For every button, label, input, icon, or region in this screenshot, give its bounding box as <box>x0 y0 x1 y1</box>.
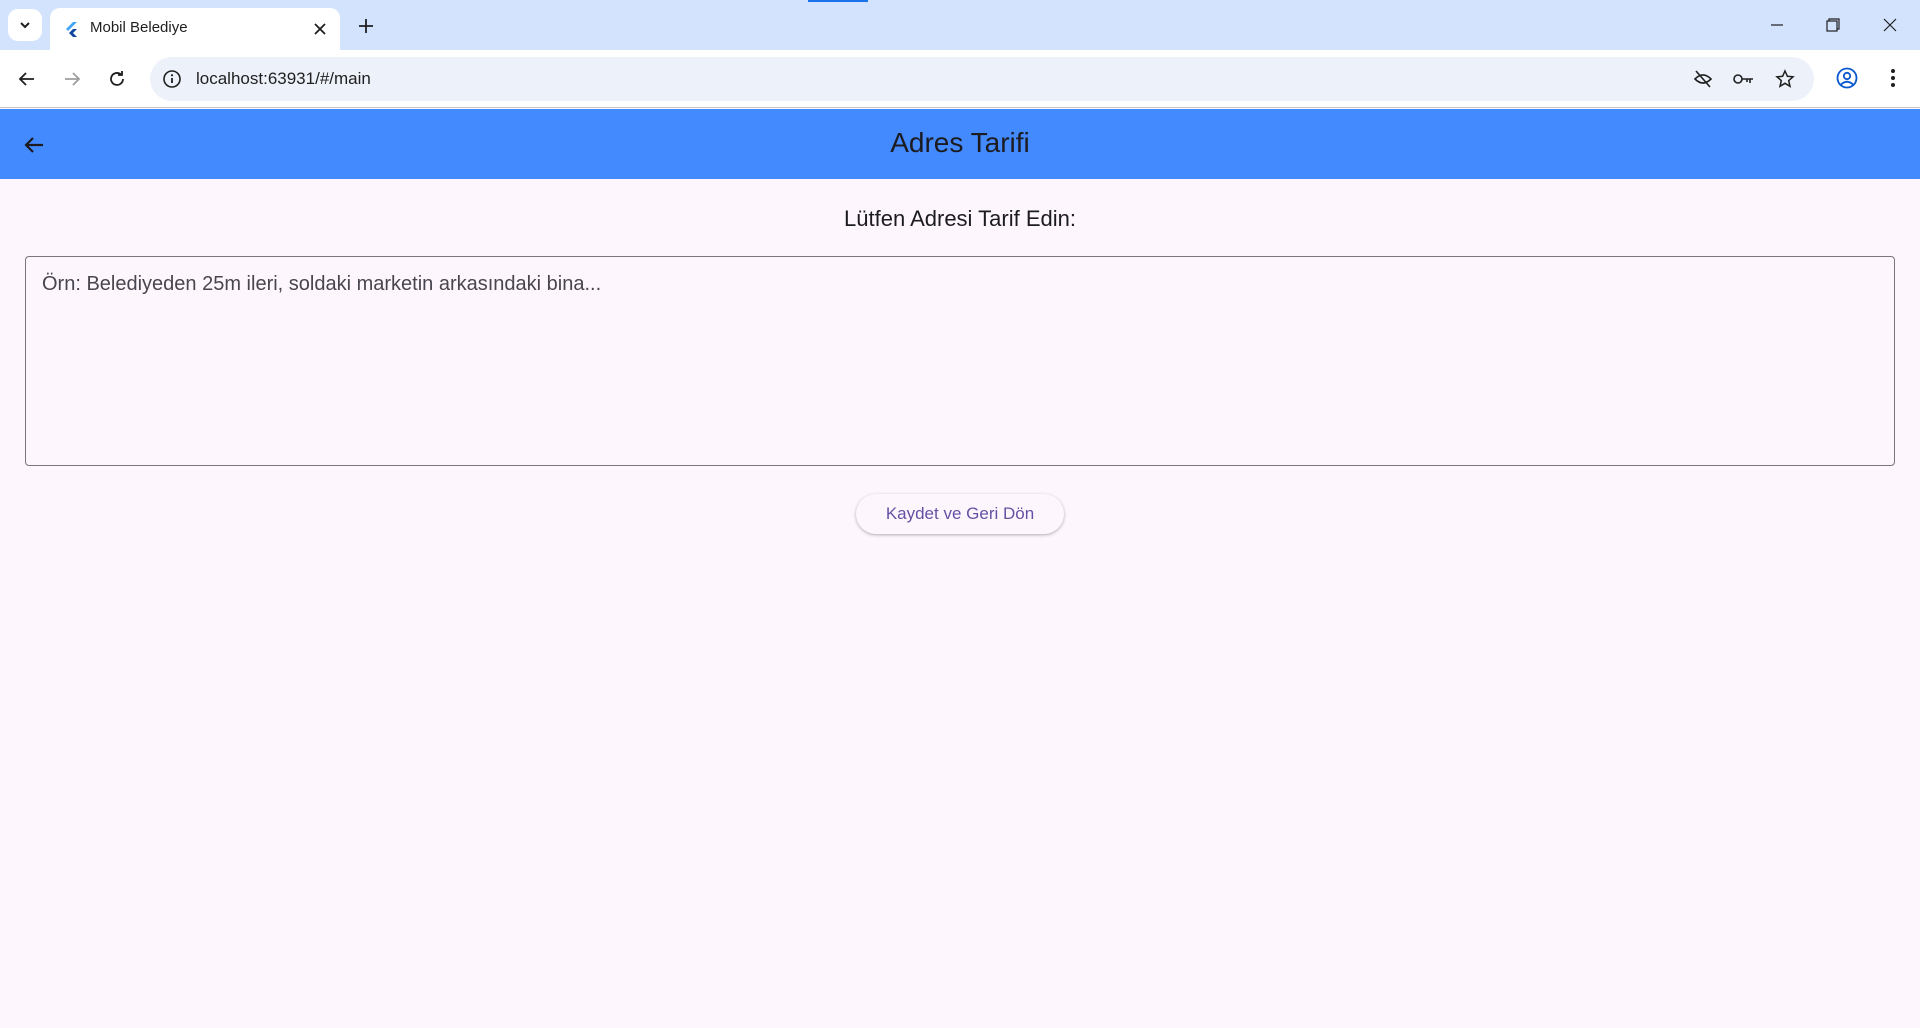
browser-tabstrip: Mobil Belediye <box>0 0 1920 50</box>
arrow-left-icon <box>18 72 34 86</box>
address-description-field[interactable] <box>25 256 1895 466</box>
plus-icon <box>359 19 373 33</box>
address-bar[interactable]: localhost:63931/#/main <box>150 57 1814 101</box>
tab-loading-indicator <box>808 0 868 2</box>
tab-title: Mobil Belediye <box>90 19 188 36</box>
account-icon <box>1836 67 1858 89</box>
restore-icon <box>1826 18 1840 32</box>
bookmark-button[interactable] <box>1774 68 1796 90</box>
key-icon <box>1733 74 1753 84</box>
back-button[interactable] <box>12 64 42 94</box>
restore-button[interactable] <box>1818 10 1848 40</box>
tracking-protection-button[interactable] <box>1692 68 1714 90</box>
address-description-input[interactable] <box>40 271 1870 451</box>
tab-search-button[interactable] <box>8 9 42 41</box>
forward-button[interactable] <box>57 64 87 94</box>
more-vert-icon <box>1891 69 1895 87</box>
password-manager-button[interactable] <box>1733 68 1755 90</box>
arrow-right-icon <box>65 72 81 86</box>
close-window-button[interactable] <box>1875 10 1905 40</box>
chevron-down-icon <box>20 22 30 29</box>
browser-toolbar: localhost:63931/#/main <box>0 50 1920 108</box>
reload-icon <box>110 71 124 86</box>
close-icon <box>314 23 326 35</box>
page-title: Adres Tarifi <box>890 127 1030 158</box>
flutter-icon <box>66 22 77 37</box>
close-tab-button[interactable] <box>310 19 330 39</box>
save-and-return-button[interactable]: Kaydet ve Geri Dön <box>856 494 1064 534</box>
minimize-icon <box>1771 24 1783 26</box>
reload-button[interactable] <box>102 64 132 94</box>
browser-tab[interactable]: Mobil Belediye <box>50 8 340 50</box>
profile-button[interactable] <box>1834 65 1860 91</box>
close-icon <box>1883 18 1897 32</box>
new-tab-button[interactable] <box>352 12 380 40</box>
app-bar: Adres Tarifi <box>0 109 1920 179</box>
url-text[interactable]: localhost:63931/#/main <box>196 69 371 89</box>
eye-off-icon <box>1693 70 1713 88</box>
minimize-button[interactable] <box>1762 10 1792 40</box>
address-prompt-label: Lütfen Adresi Tarif Edin: <box>844 206 1076 231</box>
star-icon <box>1775 69 1795 88</box>
info-icon[interactable] <box>162 69 182 89</box>
browser-menu-button[interactable] <box>1880 65 1906 91</box>
